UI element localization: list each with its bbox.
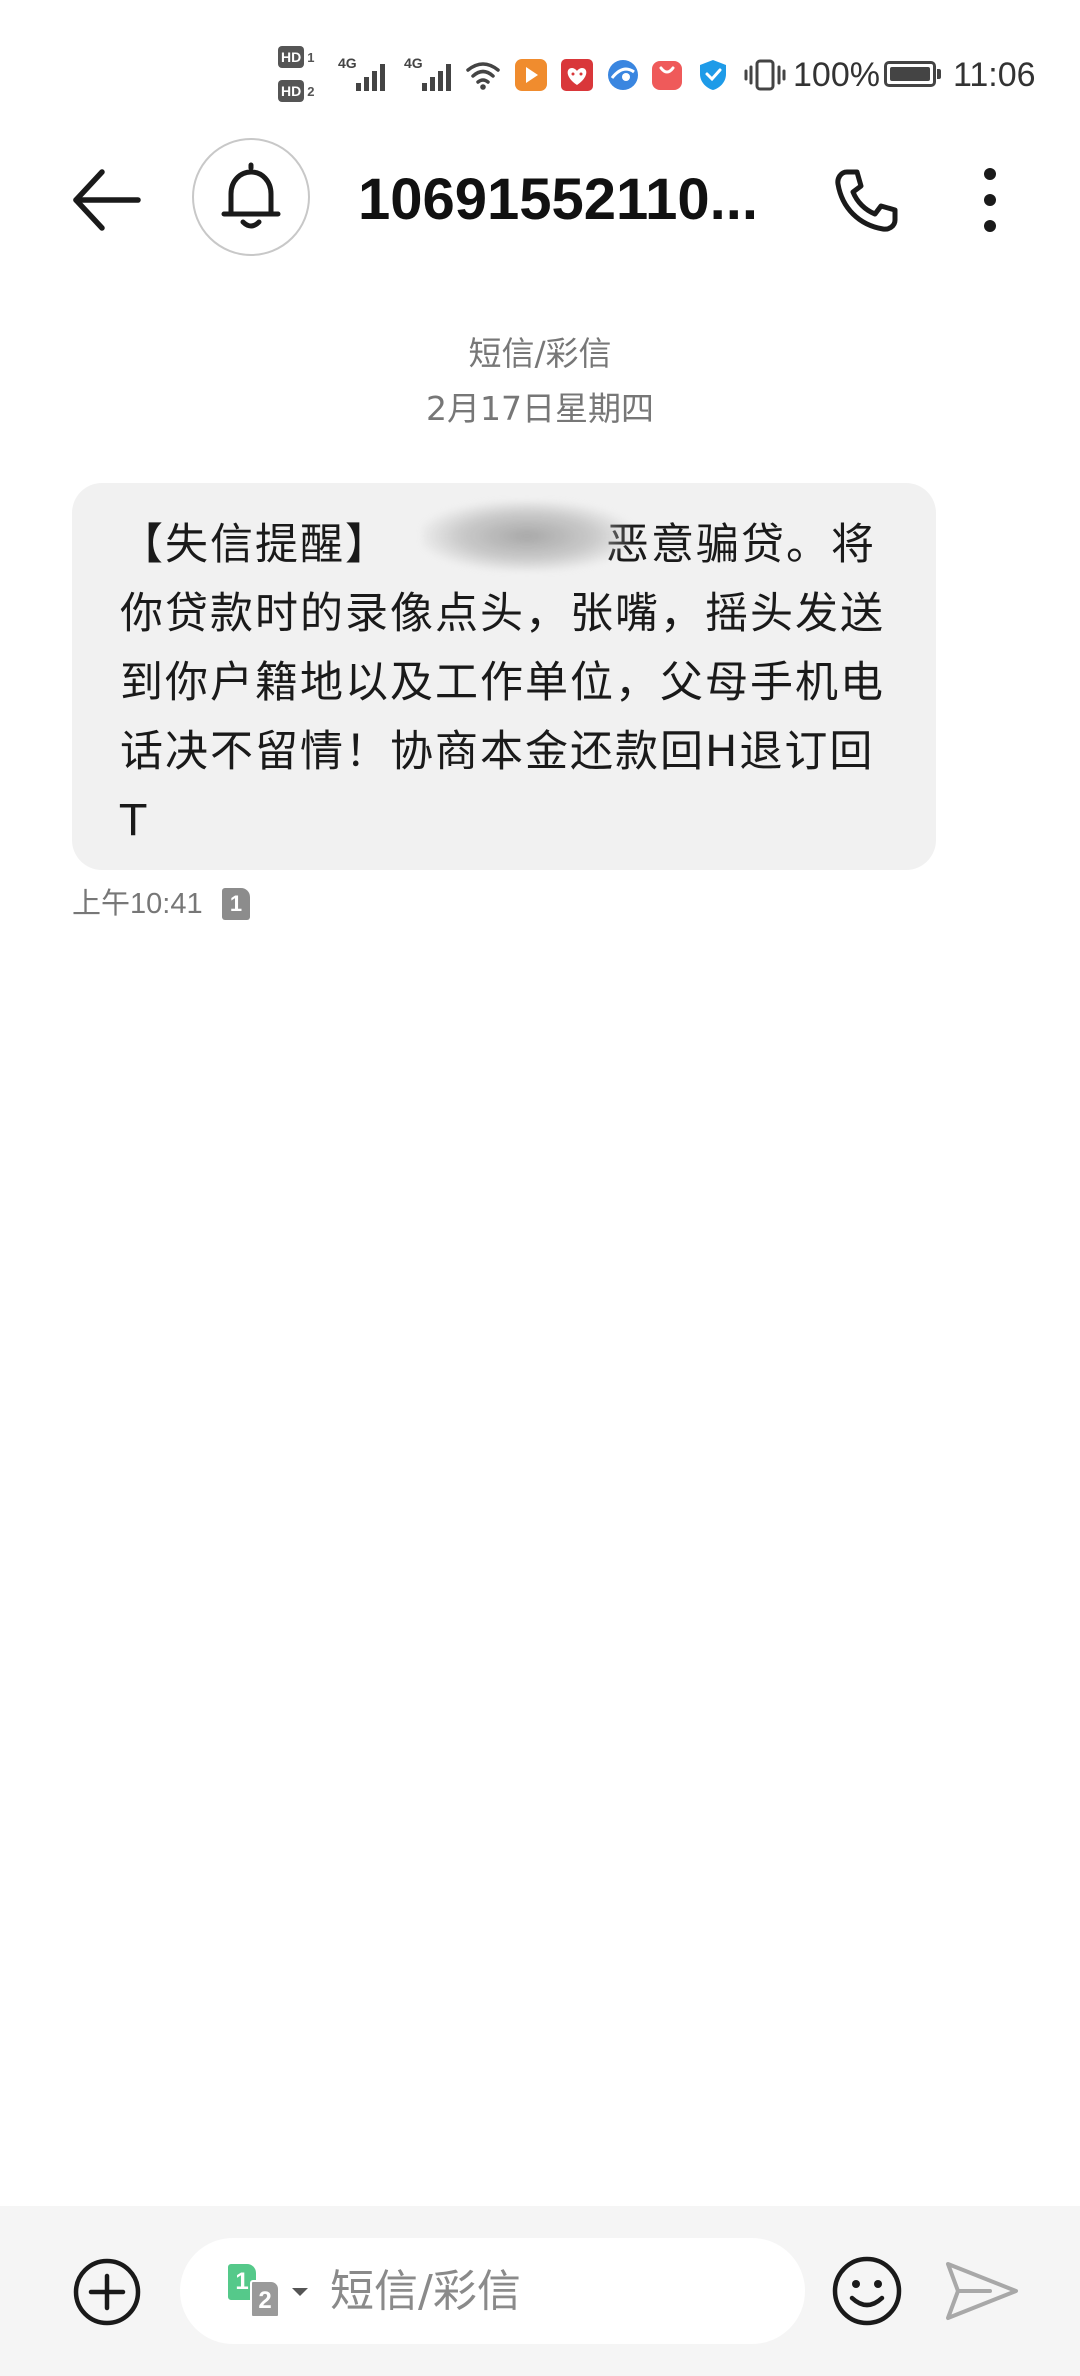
message-text-prefix: 【失信提醒】 xyxy=(120,520,390,570)
emoji-icon[interactable] xyxy=(830,2254,904,2328)
shield-app-icon xyxy=(700,60,726,90)
network-type: 4G xyxy=(404,55,423,71)
heart-app-icon xyxy=(561,59,593,91)
more-vertical-icon[interactable] xyxy=(960,160,1020,240)
message-input-container[interactable]: 1 2 xyxy=(180,2238,805,2344)
battery-icon xyxy=(884,61,941,87)
wifi-icon xyxy=(466,62,500,90)
redaction-blur xyxy=(422,501,632,571)
video-app-icon xyxy=(515,59,547,91)
vibrate-icon xyxy=(744,59,786,91)
back-arrow-icon[interactable] xyxy=(62,160,152,240)
chevron-down-icon xyxy=(292,2288,308,2296)
bell-icon xyxy=(221,162,281,229)
sim1-hd-badge: HD 1 xyxy=(278,45,314,69)
clock: 11:06 xyxy=(953,56,1036,94)
send-icon[interactable] xyxy=(944,2258,1020,2324)
hd-label: HD xyxy=(278,80,305,102)
sim-number: 1 xyxy=(307,49,315,65)
sim-selector[interactable]: 1 2 xyxy=(228,2264,308,2320)
phone-icon[interactable] xyxy=(825,162,905,242)
status-bar: HD 1 HD 2 4G 4G 100% 11:06 xyxy=(0,0,1080,150)
message-input[interactable] xyxy=(330,2256,770,2326)
sim2-signal-icon: 4G xyxy=(404,55,460,91)
battery-percentage: 100% xyxy=(793,56,880,94)
app-bar: 10691552110... xyxy=(0,130,1080,265)
add-circle-icon[interactable] xyxy=(72,2257,142,2327)
hd-label: HD xyxy=(278,46,305,68)
channel-label: 短信/彩信 xyxy=(468,334,612,373)
browser-app-icon xyxy=(608,60,638,90)
composer-bar: 1 2 xyxy=(0,2206,1080,2376)
dual-sim-hd-indicator: HD 1 HD 2 xyxy=(278,45,330,107)
contact-number-title: 10691552110... xyxy=(358,167,758,232)
sim-number: 2 xyxy=(307,83,315,99)
contact-avatar[interactable] xyxy=(192,138,310,256)
network-type: 4G xyxy=(338,55,357,71)
message-timestamp: 上午10:41 xyxy=(72,888,203,920)
date-separator: 2月17日星期四 xyxy=(426,389,654,428)
sim2-card-icon: 2 xyxy=(250,2280,280,2318)
shop-app-icon xyxy=(652,61,682,90)
sim2-hd-badge: HD 2 xyxy=(278,79,314,103)
sim1-signal-icon: 4G xyxy=(338,55,394,91)
message-bubble[interactable]: 【失信提醒】 恶意骗贷。将你贷款时的录像点头，张嘴，摇头发送到你户籍地以及工作单位… xyxy=(72,483,936,870)
sim-card-icon: 1 xyxy=(222,888,250,920)
